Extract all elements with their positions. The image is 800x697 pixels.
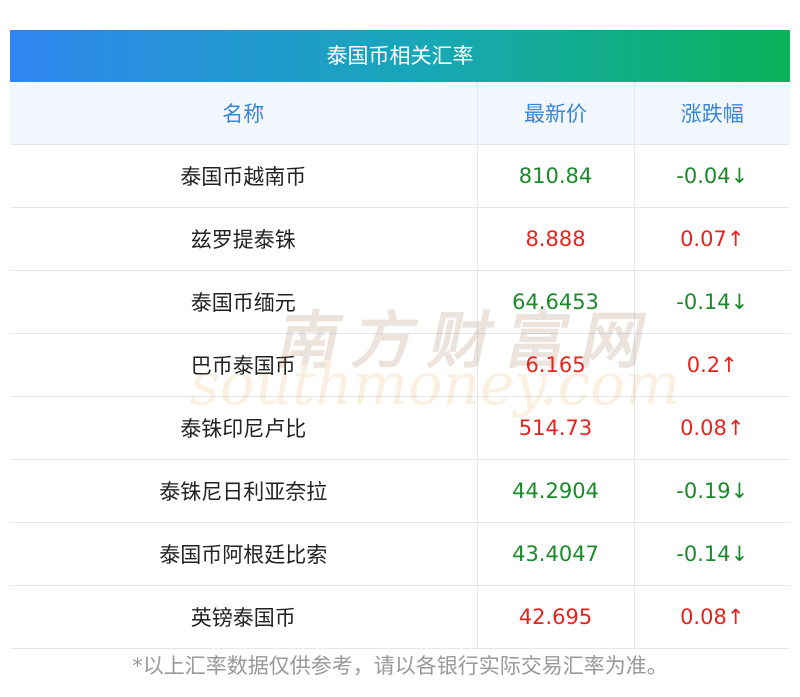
- table-row: 泰铢尼日利亚奈拉 44.2904 -0.19↓: [10, 459, 790, 523]
- row-name[interactable]: 泰国币阿根廷比索: [10, 522, 477, 586]
- row-price: 6.165: [476, 333, 634, 397]
- table-row: 英镑泰国币 42.695 0.08↑: [10, 585, 790, 649]
- row-change: -0.04↓: [633, 144, 790, 208]
- row-name[interactable]: 泰国币越南币: [10, 144, 477, 208]
- column-header-change: 涨跌幅: [633, 82, 790, 145]
- table-row: 泰国币越南币 810.84 -0.04↓: [10, 144, 790, 208]
- exchange-rate-table: 名称 最新价 涨跌幅 泰国币越南币 810.84 -0.04↓ 兹罗提泰铢 8.…: [10, 82, 790, 649]
- disclaimer-footnote: *以上汇率数据仅供参考，请以各银行实际交易汇率为准。: [132, 654, 668, 678]
- table-row: 泰国币缅元 64.6453 -0.14↓: [10, 270, 790, 334]
- table-row: 兹罗提泰铢 8.888 0.07↑: [10, 207, 790, 271]
- row-name[interactable]: 巴币泰国币: [10, 333, 477, 397]
- row-price: 514.73: [476, 396, 634, 460]
- row-price: 43.4047: [476, 522, 634, 586]
- row-price: 8.888: [476, 207, 634, 271]
- row-price: 64.6453: [476, 270, 634, 334]
- row-change: 0.08↑: [633, 396, 790, 460]
- row-name[interactable]: 泰铢印尼卢比: [10, 396, 477, 460]
- row-price: 44.2904: [476, 459, 634, 523]
- table-row: 泰铢印尼卢比 514.73 0.08↑: [10, 396, 790, 460]
- table-title: 泰国币相关汇率: [10, 30, 790, 82]
- page: 泰国币相关汇率 名称 最新价 涨跌幅 泰国币越南币 810.84 -0.04↓ …: [0, 0, 800, 697]
- table-header-row: 名称 最新价 涨跌幅: [10, 82, 790, 145]
- row-change: -0.19↓: [633, 459, 790, 523]
- row-price: 810.84: [476, 144, 634, 208]
- table-row: 泰国币阿根廷比索 43.4047 -0.14↓: [10, 522, 790, 586]
- column-header-name: 名称: [10, 82, 477, 145]
- row-price: 42.695: [476, 585, 634, 649]
- column-header-price: 最新价: [476, 82, 634, 145]
- row-name[interactable]: 泰国币缅元: [10, 270, 477, 334]
- row-change: 0.2↑: [633, 333, 790, 397]
- table-row: 巴币泰国币 6.165 0.2↑: [10, 333, 790, 397]
- row-name[interactable]: 泰铢尼日利亚奈拉: [10, 459, 477, 523]
- row-name[interactable]: 兹罗提泰铢: [10, 207, 477, 271]
- row-change: 0.08↑: [633, 585, 790, 649]
- row-name[interactable]: 英镑泰国币: [10, 585, 477, 649]
- row-change: -0.14↓: [633, 270, 790, 334]
- row-change: 0.07↑: [633, 207, 790, 271]
- row-change: -0.14↓: [633, 522, 790, 586]
